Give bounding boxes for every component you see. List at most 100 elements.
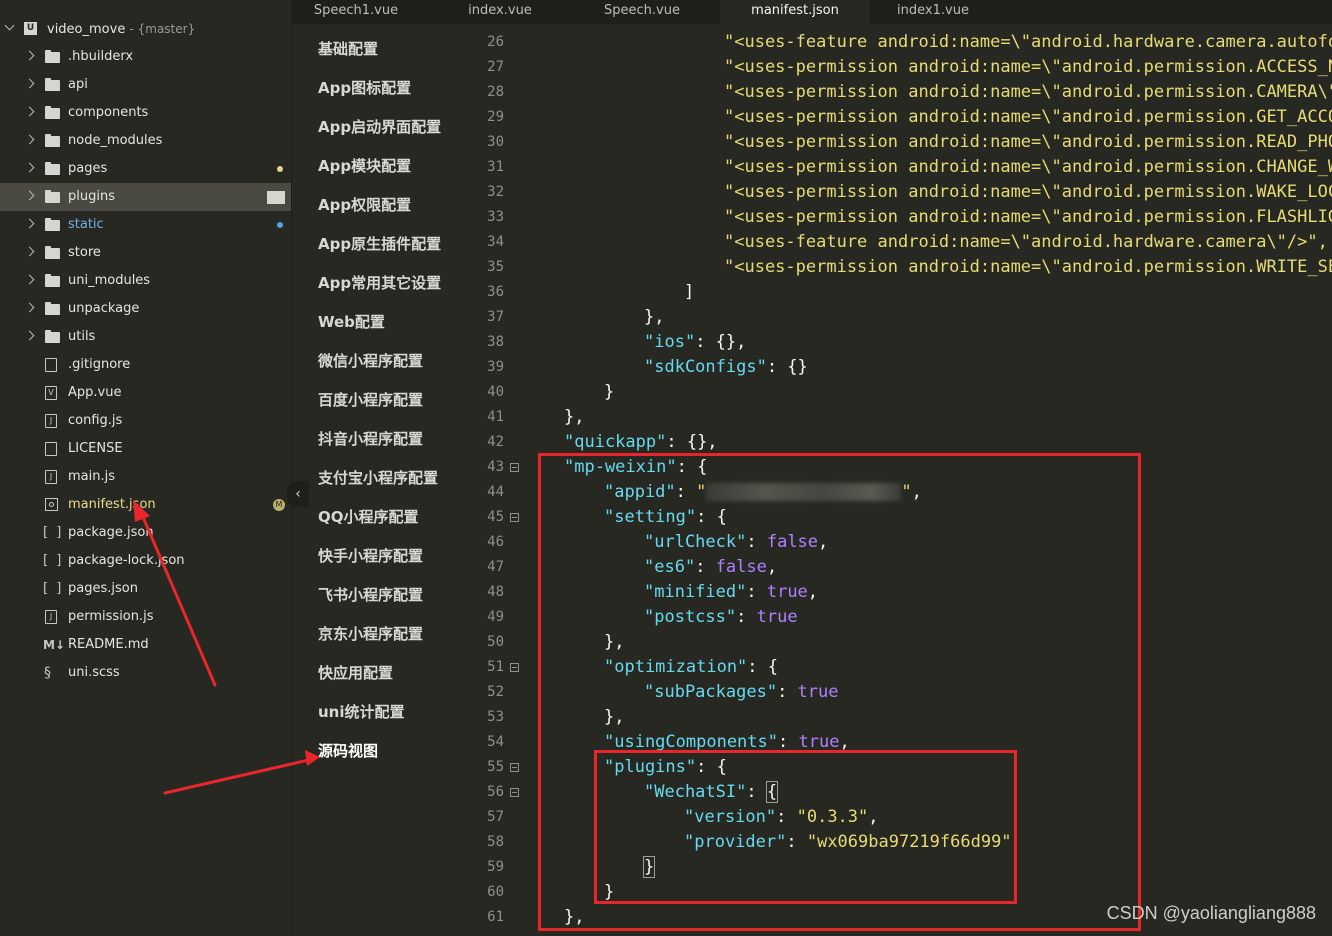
tree-file-package-lock-json[interactable]: [ ] package-lock.json bbox=[0, 547, 291, 575]
chevron-right-icon[interactable] bbox=[24, 302, 35, 313]
line-number: 30 bbox=[487, 134, 504, 150]
settings-menu-item[interactable]: 京东小程序配置 bbox=[318, 623, 423, 644]
chevron-right-icon[interactable] bbox=[24, 134, 35, 145]
settings-menu-item[interactable]: 源码视图 bbox=[318, 740, 378, 761]
chevron-right-icon[interactable] bbox=[24, 190, 35, 201]
code-line-36: ] bbox=[684, 282, 695, 302]
settings-menu-item[interactable]: 基础配置 bbox=[318, 38, 378, 59]
code-line-34: "<uses-feature android:name=\"android.ha… bbox=[724, 232, 1328, 252]
line-number: 49 bbox=[487, 609, 504, 625]
line-number: 43 bbox=[487, 459, 504, 475]
code-line-37: }, bbox=[644, 307, 665, 327]
tree-file-app-vue[interactable]: V App.vue bbox=[0, 379, 291, 407]
settings-menu-item[interactable]: 快手小程序配置 bbox=[318, 545, 423, 566]
chevron-right-icon[interactable] bbox=[24, 162, 35, 173]
fold-toggle-icon[interactable] bbox=[510, 663, 519, 672]
settings-menu-item[interactable]: 快应用配置 bbox=[318, 662, 393, 683]
tree-file-config-js[interactable]: Jconfig.js bbox=[0, 407, 291, 435]
tree-file-main-js[interactable]: Jmain.js bbox=[0, 463, 291, 491]
code-line-41: }, bbox=[564, 407, 585, 427]
chevron-down-icon[interactable] bbox=[4, 20, 15, 31]
chevron-right-icon[interactable] bbox=[24, 106, 35, 117]
tree-file-manifest-json[interactable]: manifest.json M bbox=[0, 491, 291, 519]
code-line-33: "<uses-permission android:name=\"android… bbox=[724, 207, 1332, 227]
code-line-40: } bbox=[604, 382, 615, 402]
code-line-29: "<uses-permission android:name=\"android… bbox=[724, 107, 1332, 127]
tree-item-label: api bbox=[68, 77, 88, 92]
tree-folder-api[interactable]: api bbox=[0, 71, 291, 99]
branch-label: - {master} bbox=[129, 22, 196, 36]
tree-folder-node-modules[interactable]: node_modules bbox=[0, 127, 291, 155]
tree-file-license[interactable]: LICENSE bbox=[0, 435, 291, 463]
code-line-26: "<uses-feature android:name=\"android.ha… bbox=[724, 32, 1332, 52]
chevron-right-icon[interactable] bbox=[24, 274, 35, 285]
watermark: CSDN @yaoliangliang888 bbox=[1106, 903, 1316, 923]
project-name: video_move bbox=[47, 22, 126, 37]
settings-menu-item[interactable]: App常用其它设置 bbox=[318, 272, 441, 293]
chevron-right-icon[interactable] bbox=[24, 50, 35, 61]
tab-index-vue[interactable]: index.vue bbox=[440, 0, 560, 24]
folder-icon bbox=[45, 134, 60, 147]
tree-item-label: .hbuilderx bbox=[68, 49, 134, 64]
fold-toggle-icon[interactable] bbox=[510, 788, 519, 797]
tree-folder-plugins[interactable]: plugins bbox=[0, 183, 291, 211]
settings-menu-item[interactable]: App权限配置 bbox=[318, 194, 411, 215]
settings-menu-item[interactable]: 抖音小程序配置 bbox=[318, 428, 423, 449]
tab-speech-vue[interactable]: Speech.vue bbox=[580, 0, 704, 24]
settings-menu-item[interactable]: App模块配置 bbox=[318, 155, 411, 176]
line-number: 52 bbox=[487, 684, 504, 700]
project-root[interactable]: U video_move - {master} bbox=[0, 15, 291, 43]
markdown-file-icon: M↓ bbox=[43, 638, 65, 652]
project-explorer: U video_move - {master} .hbuilderx api com… bbox=[0, 0, 292, 936]
tree-item-label: plugins bbox=[68, 189, 115, 204]
tab-index1-vue[interactable]: index1.vue bbox=[876, 0, 990, 24]
fold-toggle-icon[interactable] bbox=[510, 513, 519, 522]
folder-icon bbox=[45, 246, 60, 259]
settings-menu-item[interactable]: uni统计配置 bbox=[318, 701, 405, 722]
tree-folder-uni-modules[interactable]: uni_modules bbox=[0, 267, 291, 295]
line-number: 36 bbox=[487, 284, 504, 300]
tree-folder-static[interactable]: static bbox=[0, 211, 291, 239]
tab-manifest-json[interactable]: manifest.json bbox=[720, 0, 870, 24]
collapse-panel-button[interactable]: ‹ bbox=[287, 481, 309, 507]
line-number: 28 bbox=[487, 84, 504, 100]
tree-folder-store[interactable]: store bbox=[0, 239, 291, 267]
open-folder-icon[interactable] bbox=[267, 191, 285, 204]
tree-file-gitignore[interactable]: .gitignore bbox=[0, 351, 291, 379]
settings-menu-item[interactable]: 飞书小程序配置 bbox=[318, 584, 423, 605]
settings-menu-item[interactable]: Web配置 bbox=[318, 311, 385, 332]
settings-menu-item[interactable]: App图标配置 bbox=[318, 77, 411, 98]
tree-folder-components[interactable]: components bbox=[0, 99, 291, 127]
tree-file-permission-js[interactable]: Jpermission.js bbox=[0, 603, 291, 631]
chevron-right-icon[interactable] bbox=[24, 330, 35, 341]
line-number: 50 bbox=[487, 634, 504, 650]
line-number: 29 bbox=[487, 109, 504, 125]
tree-folder-unpackage[interactable]: unpackage bbox=[0, 295, 291, 323]
settings-menu-item[interactable]: 微信小程序配置 bbox=[318, 350, 423, 371]
line-number: 34 bbox=[487, 234, 504, 250]
fold-toggle-icon[interactable] bbox=[510, 463, 519, 472]
settings-menu-item[interactable]: QQ小程序配置 bbox=[318, 506, 419, 527]
settings-menu-item[interactable]: 百度小程序配置 bbox=[318, 389, 423, 410]
tree-item-label: uni.scss bbox=[68, 665, 120, 680]
tree-file-pages-json[interactable]: [ ] pages.json bbox=[0, 575, 291, 603]
chevron-right-icon[interactable] bbox=[24, 78, 35, 89]
line-number: 45 bbox=[487, 509, 504, 525]
folder-icon bbox=[45, 162, 60, 175]
settings-menu-item[interactable]: App原生插件配置 bbox=[318, 233, 441, 254]
tree-file-package-json[interactable]: [ ] package.json bbox=[0, 519, 291, 547]
fold-toggle-icon[interactable] bbox=[510, 763, 519, 772]
folder-icon bbox=[45, 106, 60, 119]
tree-folder-pages[interactable]: pages bbox=[0, 155, 291, 183]
tree-folder-hbuilderx[interactable]: .hbuilderx bbox=[0, 43, 291, 71]
tree-file-readme-md[interactable]: M↓ README.md bbox=[0, 631, 291, 659]
chevron-right-icon[interactable] bbox=[24, 218, 35, 229]
settings-menu-item[interactable]: App启动界面配置 bbox=[318, 116, 441, 137]
folder-icon bbox=[45, 218, 60, 231]
editor-tabs: Speech1.vue index.vue Speech.vue manifes… bbox=[292, 0, 1332, 24]
tree-file-uni-scss[interactable]: § uni.scss bbox=[0, 659, 291, 687]
chevron-right-icon[interactable] bbox=[24, 246, 35, 257]
tab-speech1-vue[interactable]: Speech1.vue bbox=[292, 0, 420, 24]
settings-menu-item[interactable]: 支付宝小程序配置 bbox=[318, 467, 438, 488]
tree-folder-utils[interactable]: utils bbox=[0, 323, 291, 351]
